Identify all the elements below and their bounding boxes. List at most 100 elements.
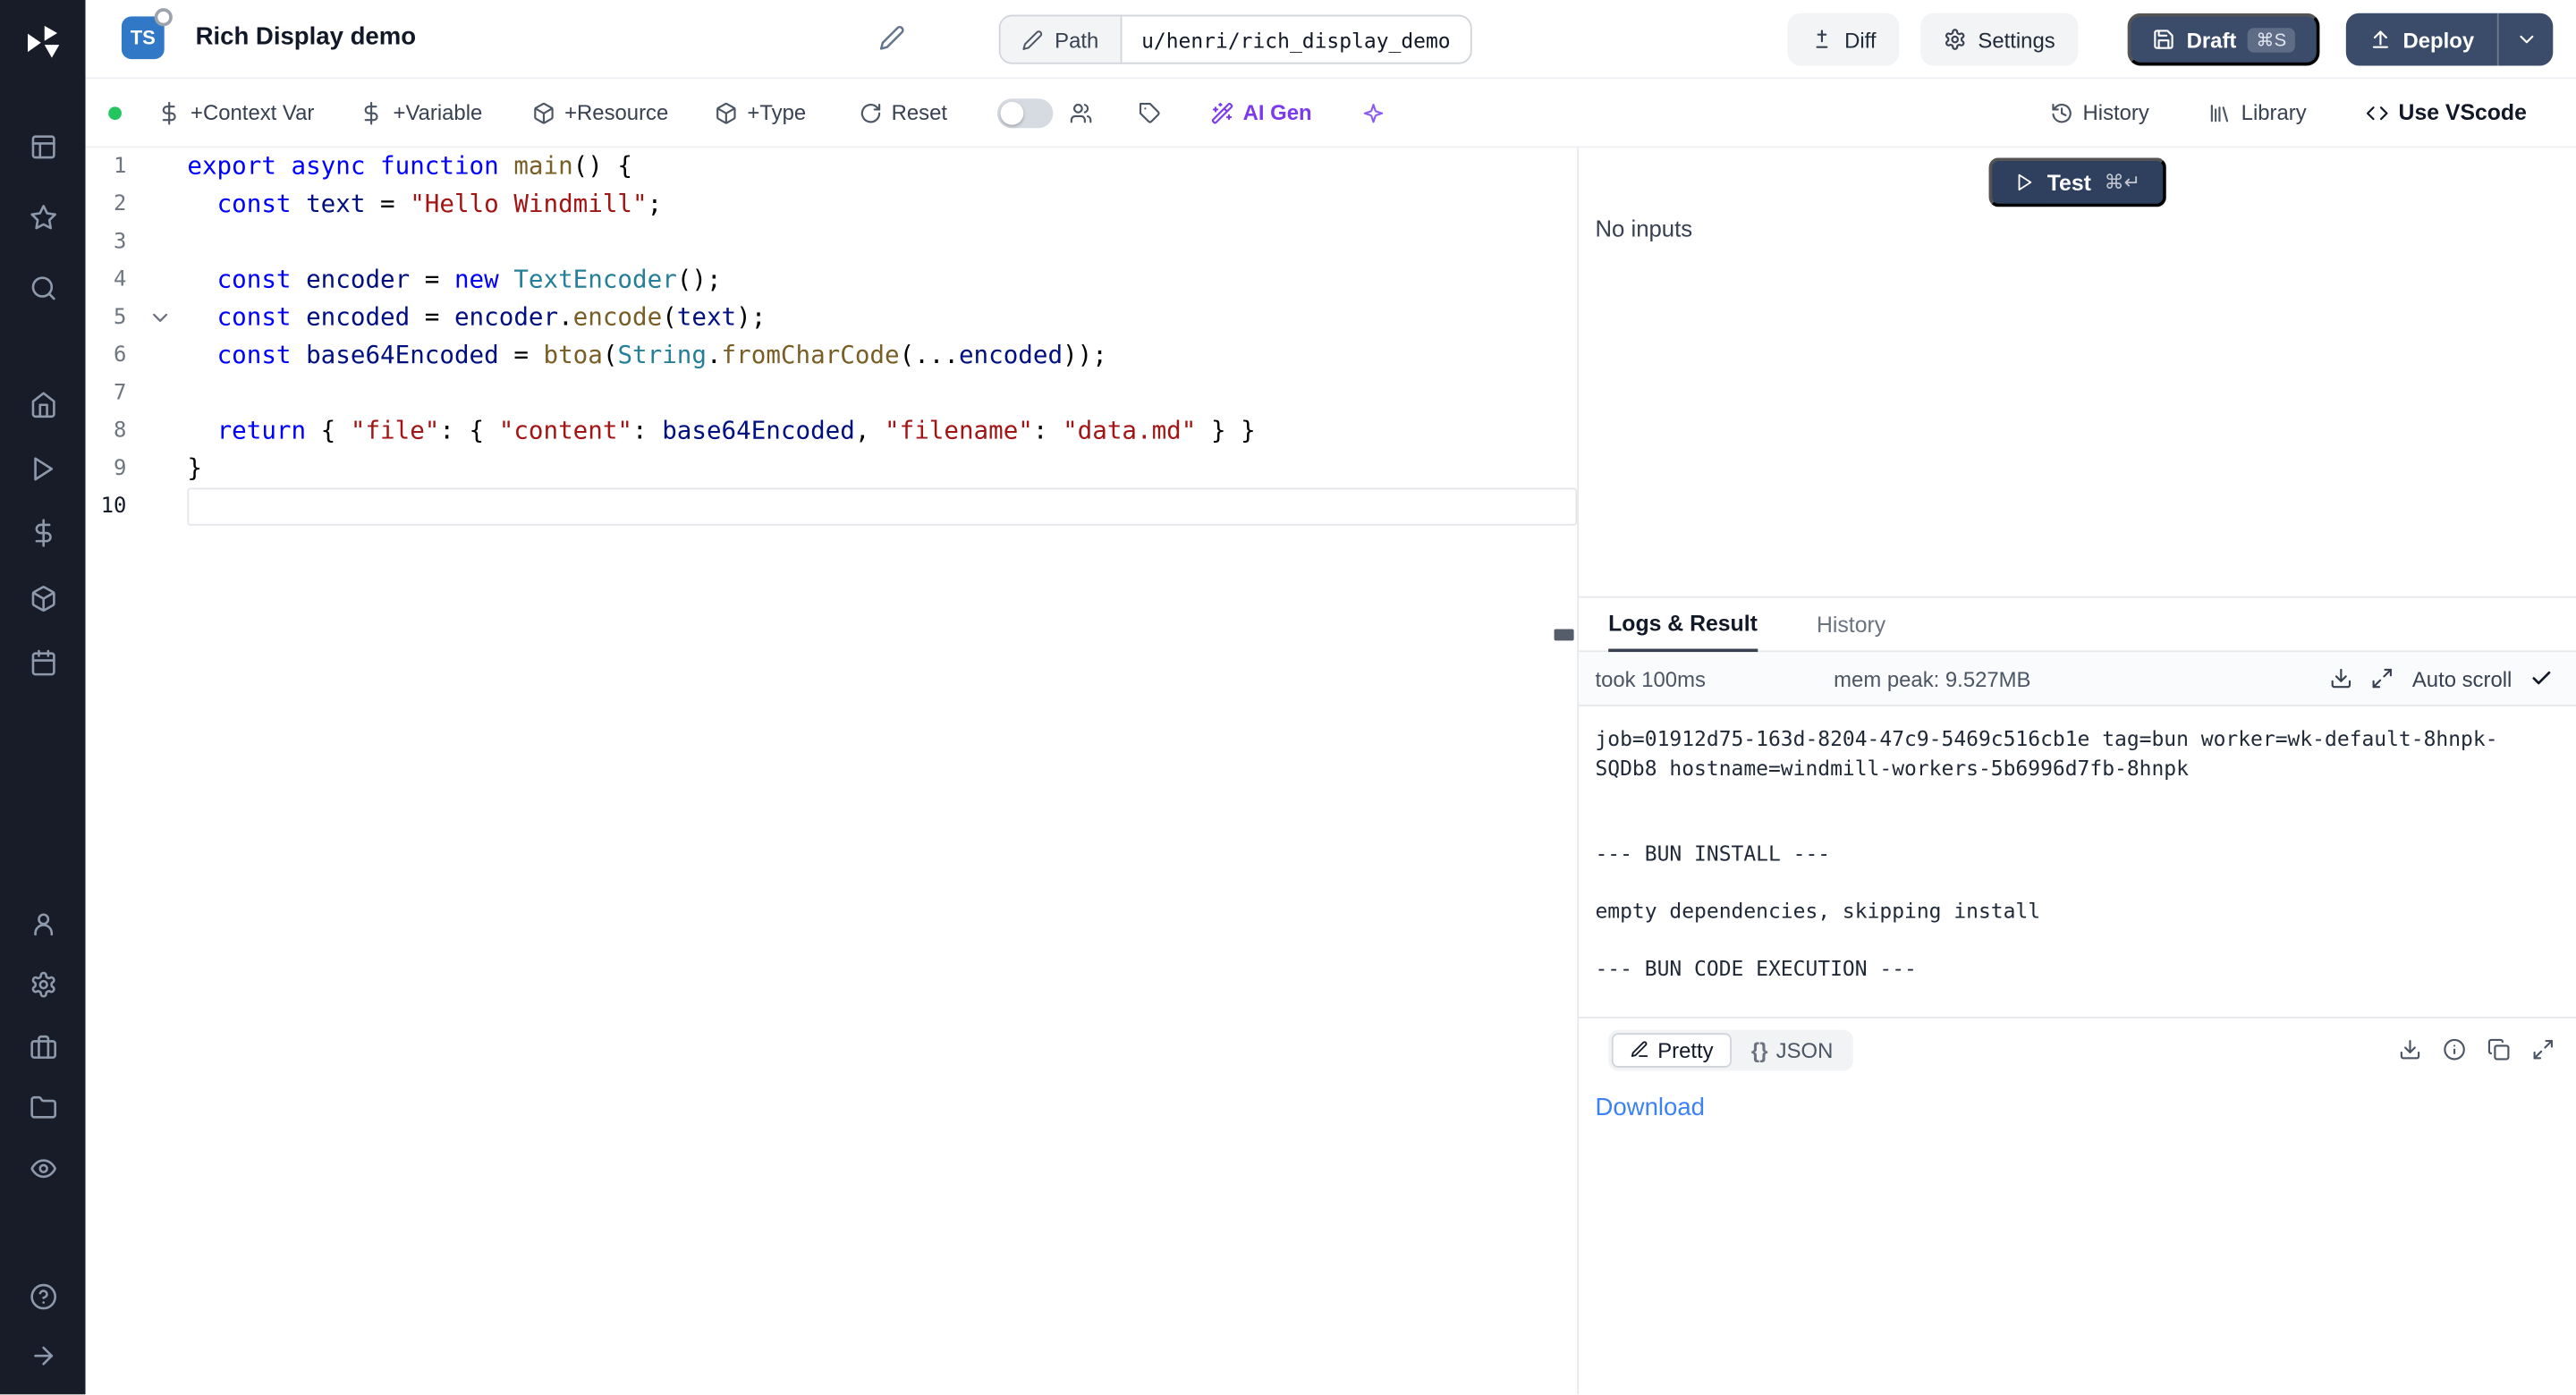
code-line[interactable] bbox=[187, 375, 1577, 412]
home-icon[interactable] bbox=[0, 391, 86, 418]
library-button[interactable]: Library bbox=[2208, 100, 2307, 125]
info-icon[interactable] bbox=[2443, 1038, 2466, 1061]
line-number: 3 bbox=[86, 224, 188, 261]
draft-shortcut: ⌘S bbox=[2248, 27, 2294, 52]
format-button[interactable] bbox=[1138, 101, 1161, 124]
test-button[interactable]: Test ⌘↵ bbox=[1988, 157, 2167, 207]
ai-gen-button[interactable]: AI Gen bbox=[1210, 100, 1312, 125]
tab-history[interactable]: History bbox=[1817, 613, 1885, 650]
code-line[interactable]: const text = "Hello Windmill"; bbox=[187, 186, 1577, 224]
braces-icon: {} bbox=[1751, 1037, 1768, 1062]
dollar-icon bbox=[157, 101, 181, 124]
code-line[interactable] bbox=[187, 488, 1577, 526]
variables-icon[interactable] bbox=[0, 519, 86, 546]
expand-result-icon[interactable] bbox=[2531, 1038, 2555, 1061]
favorites-icon[interactable] bbox=[0, 204, 86, 232]
library-icon bbox=[2208, 101, 2232, 124]
line-number: 7 bbox=[86, 375, 188, 412]
path-button[interactable]: Path bbox=[1001, 16, 1122, 62]
auto-scroll-check-icon[interactable] bbox=[2530, 667, 2554, 690]
add-variable-label: +Variable bbox=[393, 100, 482, 125]
box-icon bbox=[531, 101, 555, 124]
runs-icon[interactable] bbox=[0, 455, 86, 483]
settings-icon[interactable] bbox=[0, 971, 86, 999]
code-line[interactable] bbox=[187, 224, 1577, 261]
no-inputs-text: No inputs bbox=[1595, 216, 1692, 241]
gear-icon bbox=[1944, 28, 1967, 51]
edit-title-icon[interactable] bbox=[879, 25, 905, 60]
run-section: Test ⌘↵ No inputs bbox=[1579, 148, 2576, 597]
add-resource-label: +Resource bbox=[564, 100, 668, 125]
download-result-icon[interactable] bbox=[2399, 1038, 2422, 1061]
add-resource-button[interactable]: +Resource bbox=[531, 100, 668, 125]
code-line[interactable]: const encoder = new TextEncoder(); bbox=[187, 261, 1577, 299]
line-number: 4 bbox=[86, 261, 188, 299]
deploy-button[interactable]: Deploy bbox=[2345, 13, 2497, 66]
result-actions bbox=[2399, 1038, 2576, 1061]
users-icon[interactable] bbox=[0, 910, 86, 938]
diff-mode-toggle[interactable] bbox=[996, 97, 1052, 127]
line-number: 10 bbox=[86, 488, 188, 526]
expand-logs-icon[interactable] bbox=[2371, 667, 2394, 690]
auto-scroll-label: Auto scroll bbox=[2412, 666, 2512, 691]
audit-logs-icon[interactable] bbox=[0, 1154, 86, 1182]
add-type-button[interactable]: +Type bbox=[715, 100, 806, 125]
page-title: Rich Display demo bbox=[196, 23, 416, 51]
ai-assistant-button[interactable] bbox=[1361, 101, 1385, 124]
diff-button[interactable]: Diff bbox=[1787, 13, 1899, 66]
draft-button[interactable]: Draft ⌘S bbox=[2128, 13, 2319, 66]
download-link[interactable]: Download bbox=[1595, 1094, 1705, 1121]
header: TS Rich Display demo Path u/henri/rich_d… bbox=[86, 0, 2576, 79]
code-line[interactable]: return { "file": { "content": base64Enco… bbox=[187, 412, 1577, 450]
toggle-knob bbox=[1000, 101, 1023, 124]
path-value[interactable]: u/henri/rich_display_demo bbox=[1122, 16, 1470, 62]
fold-chevron-icon[interactable] bbox=[148, 304, 173, 342]
status-dot bbox=[108, 106, 122, 119]
editor-code: export async function main() { const tex… bbox=[187, 148, 1577, 1394]
resources-icon[interactable] bbox=[0, 585, 86, 613]
pretty-tab-label: Pretty bbox=[1657, 1037, 1713, 1062]
test-button-label: Test bbox=[2047, 170, 2091, 195]
windmill-logo-icon[interactable] bbox=[0, 21, 86, 64]
download-logs-icon[interactable] bbox=[2330, 667, 2353, 690]
right-panel: Test ⌘↵ No inputs Logs & Result History … bbox=[1577, 148, 2576, 1394]
copy-icon[interactable] bbox=[2487, 1038, 2511, 1061]
history-button[interactable]: History bbox=[2050, 100, 2149, 125]
deploy-icon bbox=[2368, 28, 2392, 51]
json-tab-label: JSON bbox=[1776, 1037, 1834, 1062]
result-body: Download bbox=[1579, 1081, 2576, 1395]
pen-icon bbox=[1630, 1040, 1649, 1060]
tab-logs-result[interactable]: Logs & Result bbox=[1608, 611, 1758, 652]
folders-icon[interactable] bbox=[0, 1094, 86, 1121]
use-vscode-button[interactable]: Use VScode bbox=[2366, 100, 2527, 125]
code-line[interactable]: export async function main() { bbox=[187, 148, 1577, 185]
code-editor[interactable]: 12345678910 export async function main()… bbox=[86, 148, 1578, 1394]
play-icon bbox=[2014, 173, 2034, 192]
add-context-var-button[interactable]: +Context Var bbox=[157, 100, 314, 125]
line-number: 1 bbox=[86, 148, 188, 185]
add-variable-button[interactable]: +Variable bbox=[360, 100, 483, 125]
expand-sidebar-icon[interactable] bbox=[0, 1342, 86, 1370]
schedules-icon[interactable] bbox=[0, 649, 86, 677]
code-line[interactable]: } bbox=[187, 450, 1577, 487]
editor-toolbar: +Context Var +Variable +Resource +Type R… bbox=[86, 79, 2576, 148]
workers-icon[interactable] bbox=[0, 1033, 86, 1061]
box-icon bbox=[715, 101, 738, 124]
users-icon bbox=[1069, 101, 1092, 124]
code-line[interactable]: const base64Encoded = btoa(String.fromCh… bbox=[187, 337, 1577, 375]
pretty-tab[interactable]: Pretty bbox=[1612, 1032, 1732, 1067]
json-tab[interactable]: {} JSON bbox=[1735, 1034, 1850, 1065]
apps-icon[interactable] bbox=[0, 133, 86, 161]
deploy-dropdown-button[interactable] bbox=[2497, 13, 2553, 66]
save-icon bbox=[2152, 28, 2175, 51]
reset-button[interactable]: Reset bbox=[859, 100, 947, 125]
code-line[interactable]: const encoded = encoder.encode(text); bbox=[187, 299, 1577, 336]
pencil-icon bbox=[1021, 29, 1043, 50]
line-number: 2 bbox=[86, 186, 188, 224]
settings-button[interactable]: Settings bbox=[1920, 13, 2078, 66]
multiplayer-button[interactable] bbox=[1069, 101, 1092, 124]
help-icon[interactable] bbox=[0, 1282, 86, 1310]
search-icon[interactable] bbox=[0, 275, 86, 302]
took-text: took 100ms bbox=[1595, 666, 1705, 691]
diff-icon bbox=[1810, 28, 1834, 51]
